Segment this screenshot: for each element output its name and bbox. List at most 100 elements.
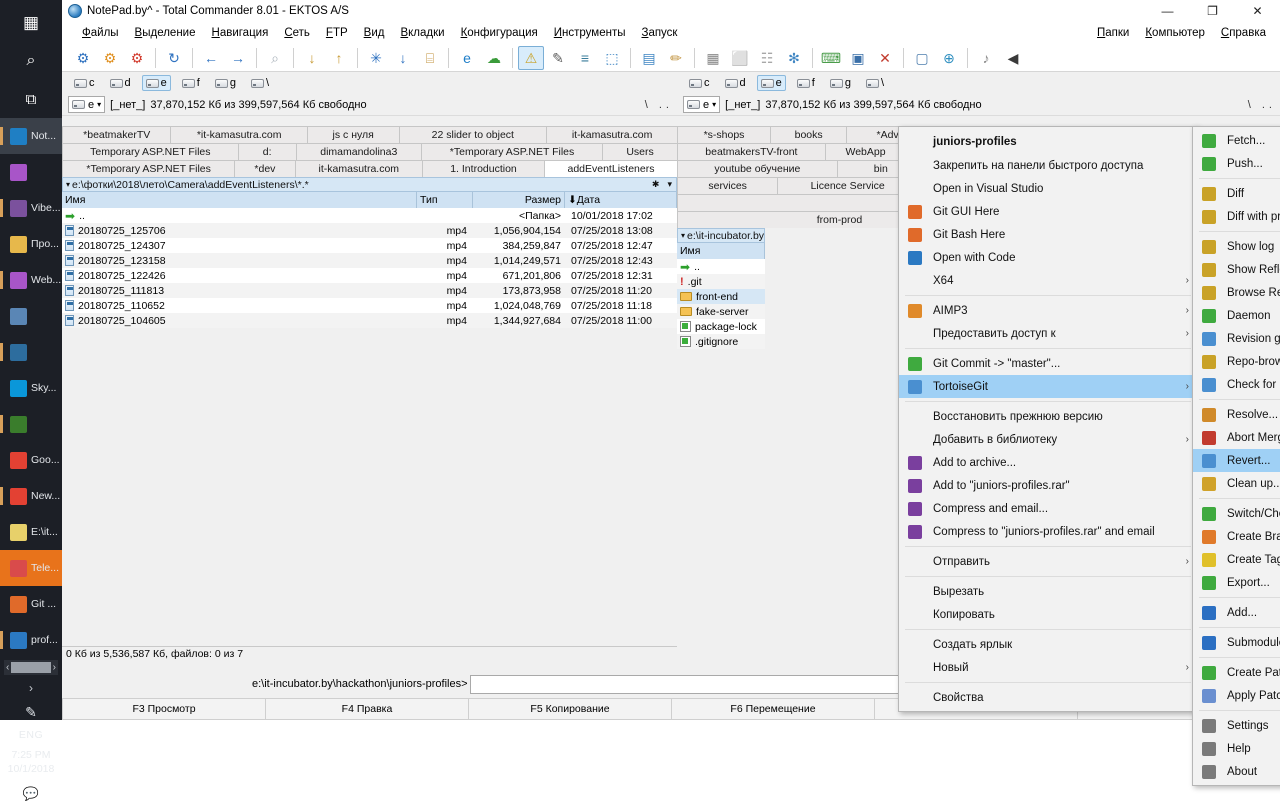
tab-dimamandolina3[interactable]: dimamandolina3 <box>296 143 422 160</box>
context-menu-item-submoduleadd[interactable]: Submodule Add... <box>1193 631 1280 654</box>
menu-сеть[interactable]: Сеть <box>276 25 318 41</box>
table-row[interactable]: 20180725_123158mp41,014,249,57107/25/201… <box>62 253 677 268</box>
taskbar-item-app6[interactable] <box>0 334 62 370</box>
filter-asterisk-icon[interactable]: ✱ <box>652 179 660 190</box>
globe-icon[interactable]: ⊕ <box>936 46 962 70</box>
scroll-thumb[interactable] <box>11 662 50 673</box>
config-red-icon[interactable]: ⚙ <box>124 46 150 70</box>
calculator-icon[interactable]: ▦ <box>700 46 726 70</box>
compare-files-icon[interactable]: ⚠ <box>518 46 544 70</box>
start-button[interactable]: ▦ <box>0 4 62 42</box>
sort-az-icon[interactable]: ↓ <box>390 46 416 70</box>
tab-books[interactable]: books <box>770 126 847 143</box>
context-menu-item-repobrowser[interactable]: Repo-browser <box>1193 350 1280 373</box>
file-name-cell[interactable]: fake-server <box>677 306 765 318</box>
column-header-type[interactable]: Тип <box>417 192 473 208</box>
function-key-6[interactable]: F6 Перемещение <box>671 698 875 720</box>
context-menu-item-resolve[interactable]: Resolve... <box>1193 403 1280 426</box>
internet-explorer-icon[interactable]: e <box>454 46 480 70</box>
column-header-size[interactable]: Размер <box>473 192 565 208</box>
tab-dev[interactable]: *dev <box>234 160 295 177</box>
tab-beatmakerstvfront[interactable]: beatmakersTV-front <box>677 143 826 160</box>
drive-button-g-left[interactable]: g <box>211 75 240 91</box>
file-name-cell[interactable]: package-lock <box>677 321 765 333</box>
function-key-3[interactable]: F3 Просмотр <box>62 698 266 720</box>
context-menu-item-export[interactable]: Export... <box>1193 571 1280 594</box>
taskbar-item-app1[interactable] <box>0 154 62 190</box>
drive-button-c-right[interactable]: c <box>685 75 714 91</box>
context-menu-item-[interactable]: Новый› <box>899 656 1197 679</box>
file-name-cell[interactable]: 20180725_110652 <box>62 300 417 312</box>
microphone-icon[interactable]: ♪ <box>973 46 999 70</box>
list-item[interactable]: ➡.. <box>677 259 765 274</box>
tab-temporaryaspnetfiles[interactable]: *Temporary ASP.NET Files <box>421 143 603 160</box>
file-name-cell[interactable]: 20180725_123158 <box>62 255 417 267</box>
menu-вид[interactable]: Вид <box>356 25 393 41</box>
unpack-files-icon[interactable]: ↑ <box>326 46 352 70</box>
context-menu-item-showreflog[interactable]: Show Reflog <box>1193 258 1280 281</box>
scroll-left-arrow[interactable]: ‹ <box>6 662 9 673</box>
tab-beatmakertv[interactable]: *beatmakerTV <box>62 126 171 143</box>
menu-конфигурация[interactable]: Конфигурация <box>453 25 546 41</box>
context-menu-item-aimp3[interactable]: AIMP3› <box>899 299 1197 322</box>
path-bar-buttons[interactable]: ✱ ▾ <box>652 179 672 190</box>
tab-webapp[interactable]: WebApp <box>825 143 907 160</box>
function-key-5[interactable]: F5 Копирование <box>468 698 672 720</box>
toolbar[interactable]: ⚙⚙⚙↻←→⌕↓↑✳↓⌸e☁⚠✎≡⬚▤✏▦⬜☷✻⌨▣✕▢⊕♪◀ <box>62 44 1280 72</box>
menu-выделение[interactable]: Выделение <box>127 25 204 41</box>
context-menu-item-applypatchserial[interactable]: Apply Patch Serial... <box>1193 684 1280 707</box>
right-path-bar[interactable]: ▾ e:\it-incubator.by <box>677 228 765 243</box>
context-menu-item-compressandemail[interactable]: Compress and email... <box>899 497 1197 520</box>
context-menu-item-[interactable]: Восстановить прежнюю версию <box>899 405 1197 428</box>
tab-temporaryaspnetfiles[interactable]: *Temporary ASP.NET Files <box>62 160 235 177</box>
column-header-name[interactable]: Имя <box>62 192 417 208</box>
close-button[interactable]: ✕ <box>1235 0 1280 22</box>
edit-file-icon[interactable]: ✎ <box>545 46 571 70</box>
context-menu-item-tortoisegit[interactable]: TortoiseGit› <box>899 375 1197 398</box>
context-menu-item-[interactable]: Создать ярлык <box>899 633 1197 656</box>
menu-ftp[interactable]: FTP <box>318 25 356 41</box>
menu-bar[interactable]: ФайлыВыделениеНавигацияСетьFTPВидВкладки… <box>62 22 1280 44</box>
minimize-button[interactable]: — <box>1145 0 1190 22</box>
file-name-cell[interactable]: ➡.. <box>62 210 417 222</box>
file-name-cell[interactable]: .gitignore <box>677 336 765 348</box>
menu-инструменты[interactable]: Инструменты <box>546 25 634 41</box>
drive-button-d-left[interactable]: d <box>106 75 135 91</box>
book-icon[interactable]: ▤ <box>636 46 662 70</box>
file-name-cell[interactable]: 20180725_124307 <box>62 240 417 252</box>
file-name-cell[interactable]: 20180725_122426 <box>62 270 417 282</box>
multi-rename-icon[interactable]: ⬚ <box>599 46 625 70</box>
context-menu-item-compresstojuniorsprofilesr[interactable]: Compress to "juniors-profiles.rar" and e… <box>899 520 1197 543</box>
table-row[interactable]: 20180725_104605mp41,344,927,68407/25/201… <box>62 313 677 328</box>
taskbar-clock[interactable]: 7:25 PM 10/1/2018 <box>0 744 62 776</box>
left-column-headers[interactable]: ИмяТипРазмер⬇Дата <box>62 192 677 208</box>
list-item[interactable]: fake-server <box>677 304 765 319</box>
speaker-icon[interactable]: ◀ <box>1000 46 1026 70</box>
context-menu-item-[interactable]: Добавить в библиотеку› <box>899 428 1197 451</box>
keyboard-icon[interactable]: ⌨ <box>818 46 844 70</box>
context-menu-item-abortmerge[interactable]: Abort Merge <box>1193 426 1280 449</box>
table-row[interactable]: 20180725_122426mp4671,201,80607/25/2018 … <box>62 268 677 283</box>
tab-js[interactable]: js с нуля <box>307 126 400 143</box>
drive-button-network-left[interactable]: \ <box>247 75 273 91</box>
context-menu-item-add[interactable]: Add... <box>1193 601 1280 624</box>
sync-dirs-icon[interactable]: ✳ <box>363 46 389 70</box>
menu-компьютер[interactable]: Компьютер <box>1137 25 1213 41</box>
search-gray-icon[interactable]: ⌕ <box>262 46 288 70</box>
tortoisegit-submenu[interactable]: Fetch...Push...DiffDiff with previous ve… <box>1192 126 1280 786</box>
file-name-cell[interactable]: 20180725_111813 <box>62 285 417 297</box>
context-menu-item-[interactable]: Предоставить доступ к› <box>899 322 1197 345</box>
taskbar-item-not[interactable]: Not... <box>0 118 62 154</box>
table-row[interactable]: ➡..<Папка>10/01/2018 17:02 <box>62 208 677 223</box>
context-menu-item-daemon[interactable]: Daemon <box>1193 304 1280 327</box>
taskbar-item-app5[interactable] <box>0 298 62 334</box>
notification-icon[interactable]: 💬 <box>0 776 62 802</box>
scroll-right-arrow[interactable]: › <box>53 662 56 673</box>
tab-addeventlisteners[interactable]: addEventListeners <box>544 160 678 177</box>
right-column-headers[interactable]: Имя <box>677 243 765 259</box>
tab-youtube[interactable]: youtube обучение <box>677 160 838 177</box>
context-menu-item-addtoarchive[interactable]: Add to archive... <box>899 451 1197 474</box>
context-menu-item-openwithcode[interactable]: Open with Code <box>899 246 1197 269</box>
tab-22slidertoobject[interactable]: 22 slider to object <box>399 126 548 143</box>
drive-bar-right[interactable]: cdefg\ <box>677 72 1280 94</box>
